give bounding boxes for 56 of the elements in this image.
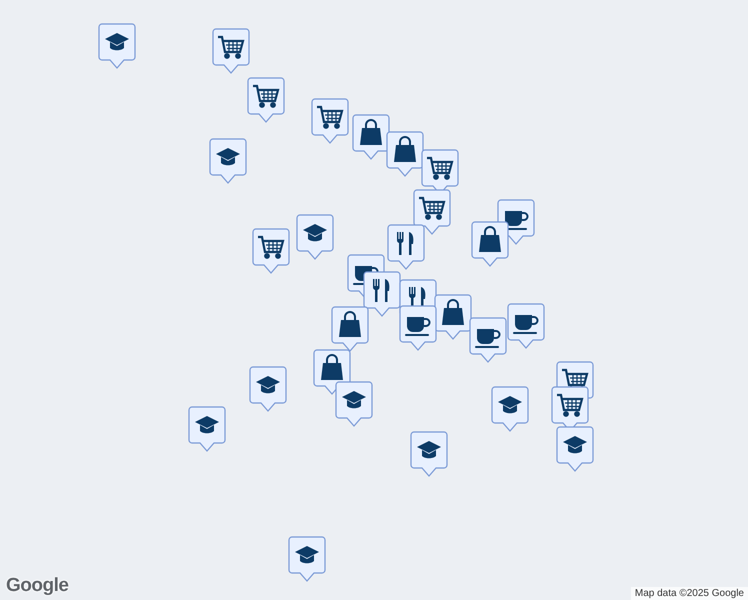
graduation-cap-icon <box>105 33 129 50</box>
map-marker[interactable] <box>413 189 451 235</box>
graduation-cap-icon <box>303 224 327 242</box>
map-marker[interactable] <box>469 317 507 363</box>
fork-and-knife-icon <box>373 279 390 302</box>
shopping-cart-icon <box>218 36 244 59</box>
shopping-cart-icon <box>419 196 446 220</box>
map-marker[interactable] <box>363 271 401 317</box>
map-marker[interactable] <box>188 406 226 452</box>
graduation-cap-icon <box>563 436 587 454</box>
map-marker[interactable] <box>387 224 425 270</box>
shopping-bag-icon <box>442 299 464 325</box>
shopping-bag-icon <box>339 311 361 337</box>
graduation-cap-icon <box>342 391 366 408</box>
shopping-cart-icon <box>317 106 344 129</box>
shopping-bag-icon <box>394 136 416 162</box>
map-marker[interactable] <box>98 23 136 69</box>
coffee-cup-icon <box>475 329 500 348</box>
map-marker[interactable] <box>249 366 287 412</box>
shopping-cart-icon <box>253 84 280 108</box>
map-marker[interactable] <box>212 28 250 74</box>
map-marker[interactable] <box>331 306 369 352</box>
map-marker[interactable] <box>434 294 472 340</box>
map-marker[interactable] <box>471 221 509 267</box>
map-marker[interactable] <box>296 214 334 260</box>
map-attribution: Map data ©2025 Google <box>630 587 748 600</box>
map-marker[interactable] <box>399 305 437 351</box>
map-marker[interactable] <box>556 426 594 472</box>
map-marker[interactable] <box>209 138 247 184</box>
shopping-bag-icon <box>479 226 501 252</box>
map-marker[interactable] <box>252 228 290 274</box>
graduation-cap-icon <box>256 376 280 394</box>
graduation-cap-icon <box>498 396 522 414</box>
map-marker[interactable] <box>335 381 373 427</box>
map-marker[interactable] <box>491 386 529 432</box>
shopping-cart-icon <box>427 156 454 180</box>
map-marker[interactable] <box>386 131 424 177</box>
map-marker[interactable] <box>247 77 285 123</box>
map-marker[interactable] <box>507 303 545 349</box>
graduation-cap-icon <box>216 148 240 166</box>
map-marker[interactable] <box>410 431 448 477</box>
map-marker[interactable] <box>352 114 390 160</box>
map-logo: Google <box>6 575 68 597</box>
coffee-cup-icon <box>513 315 538 334</box>
map-marker[interactable] <box>311 98 349 144</box>
fork-and-knife-icon <box>397 232 414 255</box>
shopping-cart-icon <box>258 236 284 259</box>
graduation-cap-icon <box>195 416 219 434</box>
coffee-cup-icon <box>503 211 528 230</box>
map-marker[interactable] <box>288 536 326 582</box>
shopping-bag-icon <box>321 354 343 380</box>
shopping-bag-icon <box>360 119 382 145</box>
coffee-cup-icon <box>405 317 430 336</box>
graduation-cap-icon <box>295 546 319 564</box>
shopping-cart-icon <box>557 394 584 417</box>
graduation-cap-icon <box>417 441 441 458</box>
